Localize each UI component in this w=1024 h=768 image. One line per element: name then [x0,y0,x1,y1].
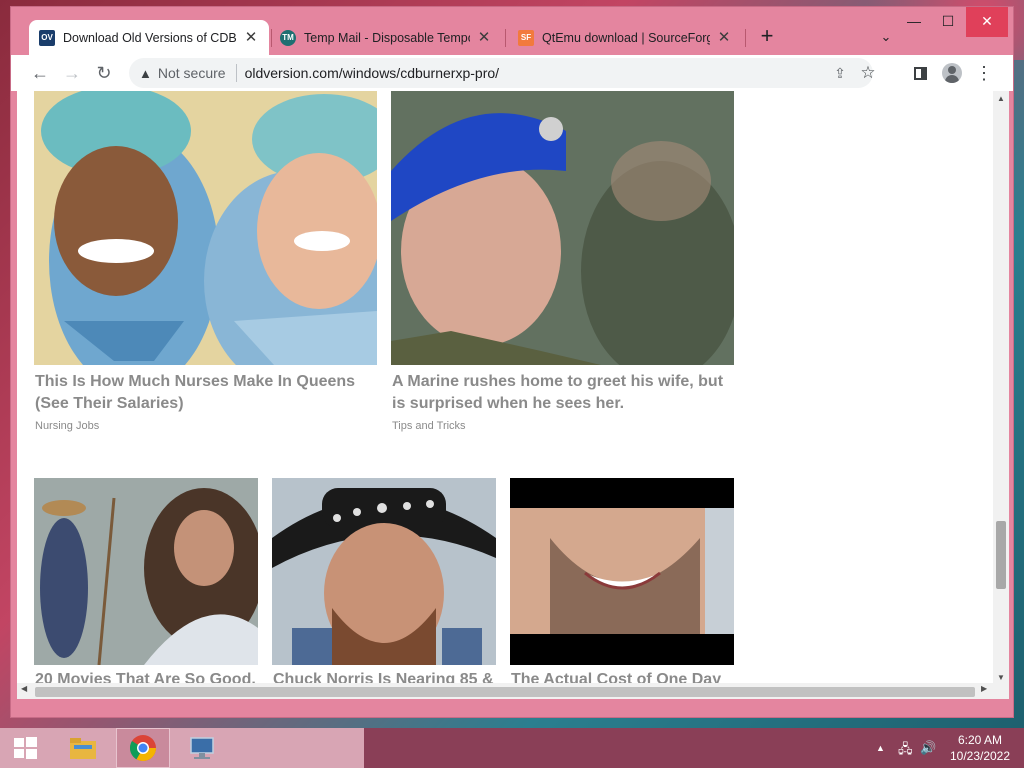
close-tab-icon[interactable]: ✕ [243,29,259,46]
ad-source[interactable]: Nursing Jobs [35,420,99,432]
sourceforge-favicon-icon: SF [518,29,534,46]
horizontal-scrollbar[interactable]: ◀ ▶ [17,683,1009,699]
folder-icon [70,738,96,759]
profile-avatar-icon[interactable] [939,60,965,86]
scroll-down-icon[interactable]: ▼ [993,673,1009,682]
ad-headline[interactable]: A Marine rushes home to greet his wife, … [392,371,723,393]
ad-headline[interactable]: This Is How Much Nurses Make In Queens [35,371,355,393]
tab-title: QtEmu download | SourceForge.net [542,30,710,45]
bookmark-star-icon[interactable]: ☆ [857,62,879,84]
ad-card[interactable]: Chuck Norris Is Nearing 85 & [272,478,496,698]
ad-headline[interactable]: is surprised when he sees her. [392,393,624,415]
scrollbar-thumb[interactable] [35,687,975,697]
share-icon[interactable]: ⇪ [829,62,851,84]
scroll-left-icon[interactable]: ◀ [21,684,27,693]
minimize-button[interactable]: — [897,7,931,37]
tab-separator [505,29,506,47]
tab-title: Temp Mail - Disposable Temporary Email [304,30,470,45]
ad-card[interactable]: 20 Movies That Are So Good, [34,478,258,698]
taskbar: ▲ 🖧 🔊 6:20 AM 10/23/2022 [0,728,1024,768]
volume-icon[interactable]: 🔊 [920,740,936,756]
close-window-button[interactable]: ✕ [966,7,1008,37]
ad-card[interactable]: The Actual Cost of One Day [510,478,734,698]
ad-image-chuck[interactable] [272,478,496,665]
address-divider [235,64,237,82]
menu-kebab-icon[interactable]: ⋮ [971,60,997,86]
start-button[interactable] [0,728,50,768]
security-label[interactable]: Not secure [158,65,226,81]
chevron-down-icon[interactable]: ⌄ [875,26,897,48]
ad-image-smile[interactable] [510,478,734,665]
vertical-scrollbar[interactable]: ▲ ▼ [993,91,1009,685]
clock-time: 6:20 AM [957,733,1003,747]
clock-date: 10/23/2022 [949,749,1011,763]
ad-image-soldier[interactable] [391,91,734,365]
side-panel-icon[interactable] [907,60,933,86]
page-viewport: This Is How Much Nurses Make In Queens (… [17,91,1009,699]
back-icon[interactable]: ← [27,60,53,86]
tab-sourceforge[interactable]: SF QtEmu download | SourceForge.net ✕ [508,20,742,55]
tab-temp-mail[interactable]: TM Temp Mail - Disposable Temporary Emai… [270,20,502,55]
network-app-taskbar-button[interactable] [178,728,228,768]
ad-source[interactable]: Tips and Tricks [392,420,466,432]
tempmail-favicon-icon: TM [280,29,296,46]
ad-image-movies[interactable] [34,478,258,665]
ad-card[interactable]: This Is How Much Nurses Make In Queens (… [34,91,377,441]
scrollbar-thumb[interactable] [996,521,1006,589]
browser-toolbar: ← → ↻ ▲ Not secure oldversion.com/window… [11,55,1013,91]
tab-separator [745,29,746,47]
address-bar[interactable]: ▲ Not secure oldversion.com/windows/cdbu… [129,58,876,88]
scroll-up-icon[interactable]: ▲ [993,94,1009,103]
system-clock[interactable]: 6:20 AM 10/23/2022 [940,732,1020,764]
windows-logo-icon [14,737,37,759]
new-tab-button[interactable]: + [754,24,780,50]
file-explorer-taskbar-button[interactable] [58,728,108,768]
chrome-taskbar-button[interactable] [116,728,170,768]
computer-icon [190,737,214,759]
oldversion-favicon-icon: OV [39,29,55,46]
ad-headline[interactable]: (See Their Salaries) [35,393,184,415]
browser-window: OV Download Old Versions of CDBurnerXP ✕… [10,6,1014,718]
forward-icon[interactable]: → [59,60,85,86]
chrome-icon [129,735,157,762]
ad-image-nurses[interactable] [34,91,377,365]
tab-strip: OV Download Old Versions of CDBurnerXP ✕… [11,7,1013,55]
reload-icon[interactable]: ↻ [91,60,117,86]
network-icon[interactable]: 🖧 [898,740,913,762]
url-text[interactable]: oldversion.com/windows/cdburnerxp-pro/ [245,65,499,81]
warning-icon[interactable]: ▲ [139,66,152,81]
close-tab-icon[interactable]: ✕ [476,29,492,46]
ad-card[interactable]: A Marine rushes home to greet his wife, … [391,91,734,441]
scroll-right-icon[interactable]: ▶ [981,684,987,693]
maximize-button[interactable]: ☐ [931,7,965,37]
tab-title: Download Old Versions of CDBurnerXP [63,30,237,45]
close-tab-icon[interactable]: ✕ [716,29,732,46]
show-hidden-icons-icon[interactable]: ▲ [876,743,885,753]
tab-oldversion[interactable]: OV Download Old Versions of CDBurnerXP ✕ [29,20,269,55]
